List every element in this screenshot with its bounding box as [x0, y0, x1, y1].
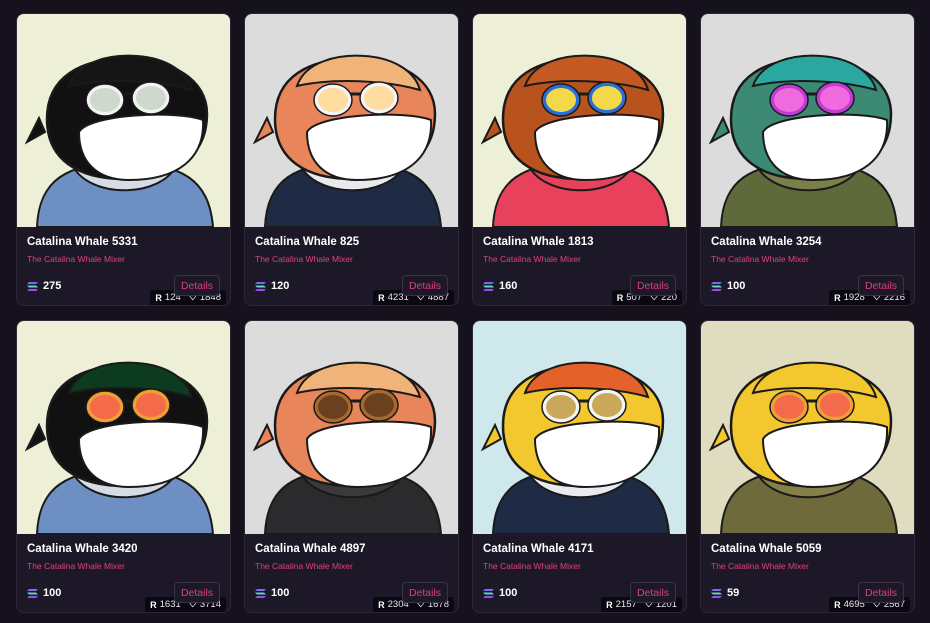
whale-illustration	[473, 14, 686, 227]
price-value: 100	[271, 587, 290, 599]
whale-illustration	[17, 14, 230, 227]
details-button[interactable]: Details	[858, 275, 904, 296]
collection-name[interactable]: The Catalina Whale Mixer	[255, 254, 353, 264]
price-value: 160	[499, 280, 518, 292]
price-value: 59	[727, 587, 740, 599]
nft-card[interactable]: R 124 ♡ 1848 Catalina Whale 5331 The Catal…	[16, 13, 231, 306]
nft-image[interactable]	[245, 321, 458, 534]
whale-illustration	[17, 321, 230, 534]
nft-image[interactable]	[245, 14, 458, 227]
details-button[interactable]: Details	[402, 582, 448, 603]
nft-title: Catalina Whale 3420	[27, 543, 138, 555]
rank-icon: R	[834, 599, 841, 610]
solana-icon	[483, 588, 494, 598]
nft-card[interactable]: R 1631 ♡ 3714 Catalina Whale 3420 The Cata…	[16, 320, 231, 613]
nft-price: 275	[27, 280, 61, 292]
collection-name[interactable]: The Catalina Whale Mixer	[27, 254, 125, 264]
nft-price: 100	[711, 280, 745, 292]
nft-price: 59	[711, 587, 739, 599]
nft-grid: R 124 ♡ 1848 Catalina Whale 5331 The Catal…	[0, 0, 930, 623]
nft-card[interactable]: R 1928 ♡ 2216 Catalina Whale 3254 The Cata…	[700, 13, 915, 306]
whale-illustration	[473, 321, 686, 534]
details-button[interactable]: Details	[858, 582, 904, 603]
whale-illustration	[245, 321, 458, 534]
price-value: 100	[727, 280, 746, 292]
price-value: 100	[499, 587, 518, 599]
nft-price: 100	[255, 587, 289, 599]
whale-illustration	[701, 321, 914, 534]
nft-card[interactable]: R 4231 ♡ 4887 Catalina Whale 825 The Catal…	[244, 13, 459, 306]
collection-name[interactable]: The Catalina Whale Mixer	[711, 561, 809, 571]
details-button[interactable]: Details	[630, 582, 676, 603]
nft-image[interactable]	[701, 321, 914, 534]
collection-name[interactable]: The Catalina Whale Mixer	[483, 254, 581, 264]
nft-image[interactable]	[473, 14, 686, 227]
nft-card[interactable]: R 4695 ♡ 2567 Catalina Whale 5059 The Cata…	[700, 320, 915, 613]
nft-title: Catalina Whale 5331	[27, 236, 138, 248]
rank-icon: R	[378, 599, 385, 610]
rank-icon: R	[606, 599, 613, 610]
nft-card[interactable]: R 507 ♡ 220 Catalina Whale 1813 The Catali…	[472, 13, 687, 306]
nft-title: Catalina Whale 5059	[711, 543, 822, 555]
rank-icon: R	[616, 292, 624, 303]
details-button[interactable]: Details	[630, 275, 676, 296]
solana-icon	[255, 588, 266, 598]
solana-icon	[483, 281, 494, 291]
details-button[interactable]: Details	[174, 275, 220, 296]
nft-image[interactable]	[17, 321, 230, 534]
solana-icon	[711, 588, 722, 598]
collection-name[interactable]: The Catalina Whale Mixer	[255, 561, 353, 571]
whale-illustration	[701, 14, 914, 227]
rank-icon: R	[378, 292, 385, 303]
nft-title: Catalina Whale 4897	[255, 543, 366, 555]
nft-title: Catalina Whale 825	[255, 236, 360, 248]
solana-icon	[255, 281, 266, 291]
nft-price: 100	[483, 587, 517, 599]
price-value: 100	[43, 587, 62, 599]
whale-illustration	[245, 14, 458, 227]
nft-image[interactable]	[473, 321, 686, 534]
nft-card[interactable]: R 2157 ♡ 1201 Catalina Whale 4171 The Cata…	[472, 320, 687, 613]
rank-icon: R	[150, 599, 157, 610]
solana-icon	[27, 588, 38, 598]
nft-title: Catalina Whale 3254	[711, 236, 822, 248]
collection-name[interactable]: The Catalina Whale Mixer	[483, 561, 581, 571]
nft-image[interactable]	[701, 14, 914, 227]
details-button[interactable]: Details	[174, 582, 220, 603]
rank-icon: R	[834, 292, 841, 303]
nft-price: 100	[27, 587, 61, 599]
solana-icon	[27, 281, 38, 291]
nft-title: Catalina Whale 4171	[483, 543, 594, 555]
solana-icon	[711, 281, 722, 291]
nft-title: Catalina Whale 1813	[483, 236, 594, 248]
nft-image[interactable]	[17, 14, 230, 227]
collection-name[interactable]: The Catalina Whale Mixer	[711, 254, 809, 264]
details-button[interactable]: Details	[402, 275, 448, 296]
nft-card[interactable]: R 2304 ♡ 1678 Catalina Whale 4897 The Cata…	[244, 320, 459, 613]
rank-icon: R	[155, 292, 162, 303]
nft-price: 160	[483, 280, 517, 292]
price-value: 275	[43, 280, 62, 292]
nft-price: 120	[255, 280, 289, 292]
price-value: 120	[271, 280, 290, 292]
collection-name[interactable]: The Catalina Whale Mixer	[27, 561, 125, 571]
